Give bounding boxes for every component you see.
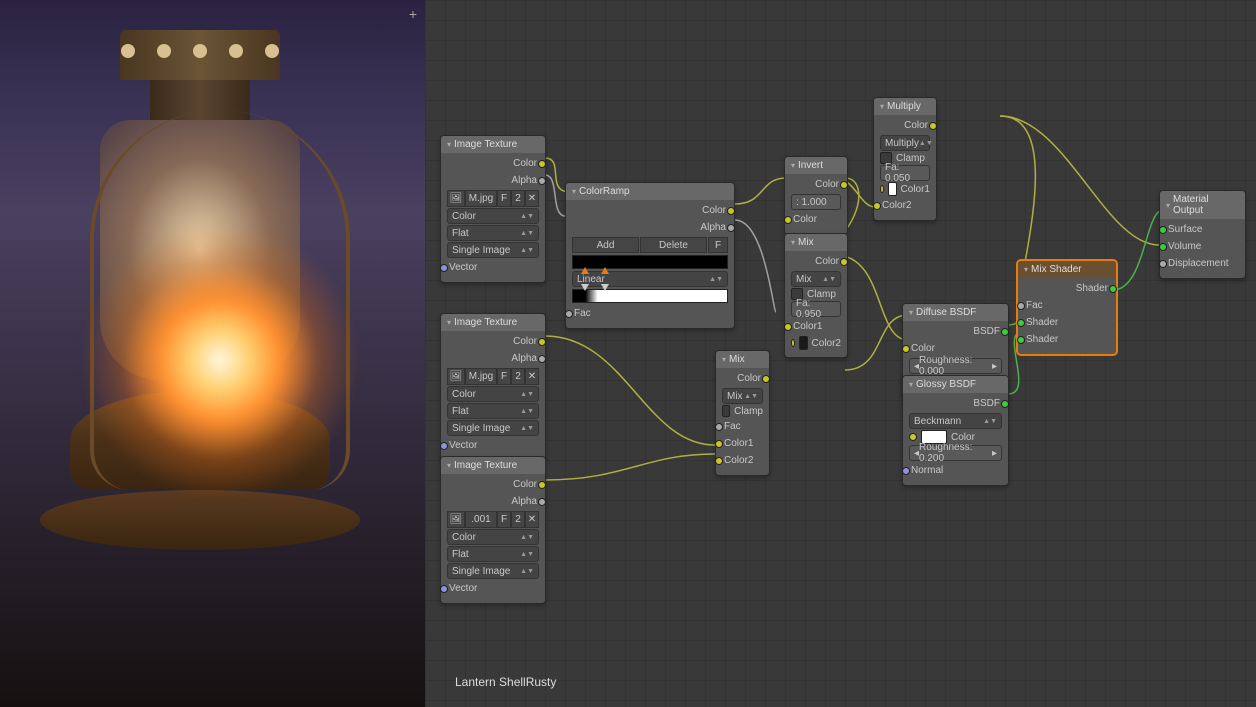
colorramp-add-button[interactable]: Add xyxy=(572,237,639,253)
node-image-texture-2[interactable]: ▾Image Texture Color Alpha 🖼 M.jpg F 2 ✕… xyxy=(440,313,546,461)
node-header[interactable]: ▾Image Texture xyxy=(441,136,545,153)
colorramp-bar[interactable] xyxy=(572,255,728,269)
collapse-icon[interactable]: ▾ xyxy=(447,140,451,149)
node-image-texture-1[interactable]: ▾Image Texture Color Alpha 🖼 M.jpg F 2 ✕… xyxy=(440,135,546,283)
node-mix-shader[interactable]: ▾Mix Shader Shader Fac Shader Shader xyxy=(1017,260,1117,355)
socket-alpha-out[interactable] xyxy=(538,355,546,363)
output-color: Color xyxy=(513,158,537,169)
image-selector[interactable]: 🖼 M.jpg F 2 ✕ xyxy=(447,190,539,207)
unlink-button[interactable]: ✕ xyxy=(525,190,539,207)
node-mix-1[interactable]: ▾Mix Color Mix▲▼ Clamp Fa: 0.950 Color1 … xyxy=(784,233,848,358)
colorramp-gradient[interactable] xyxy=(572,289,728,303)
color2-swatch[interactable] xyxy=(799,336,808,350)
input-vector: Vector xyxy=(449,262,477,273)
image-icon[interactable]: 🖼 xyxy=(447,190,465,207)
node-title: Image Texture xyxy=(454,139,517,150)
node-title: Image Texture xyxy=(454,317,517,328)
output-alpha: Alpha xyxy=(511,175,537,186)
color-space-dropdown[interactable]: Color▲▼ xyxy=(447,208,539,224)
render-preview: + xyxy=(0,0,425,707)
users-button[interactable]: 2 xyxy=(511,190,525,207)
node-multiply[interactable]: ▾Multiply Color Multiply▲▼ Clamp Fa: 0.0… xyxy=(873,97,937,221)
socket-vector-in[interactable] xyxy=(440,264,448,272)
node-editor[interactable]: ▾Image Texture Color Alpha 🖼 M.jpg F 2 ✕… xyxy=(425,0,1256,707)
material-name-label: Lantern ShellRusty xyxy=(455,675,556,689)
image-icon[interactable]: 🖼 xyxy=(447,368,465,385)
node-invert[interactable]: ▾Invert Color : 1.000 Color xyxy=(784,156,848,235)
colorramp-interp[interactable]: Linear▲▼ xyxy=(572,271,728,287)
expand-panel-icon[interactable]: + xyxy=(409,6,417,22)
projection-dropdown[interactable]: Flat▲▼ xyxy=(447,225,539,241)
node-image-texture-3[interactable]: ▾Image Texture Color Alpha 🖼 .001 F 2 ✕ … xyxy=(440,456,546,604)
socket-color-out[interactable] xyxy=(538,160,546,168)
node-color-ramp[interactable]: ▾ColorRamp Color Alpha Add Delete F Line… xyxy=(565,182,735,329)
colorramp-delete-button[interactable]: Delete xyxy=(640,237,707,253)
collapse-icon[interactable]: ▾ xyxy=(447,318,451,327)
socket-color-out[interactable] xyxy=(538,338,546,346)
image-selector[interactable]: 🖼 M.jpg F 2 ✕ xyxy=(447,368,539,385)
socket-bsdf-out[interactable] xyxy=(1001,328,1009,336)
colorramp-flip-button[interactable]: F xyxy=(708,237,728,253)
node-material-output[interactable]: ▾Material Output Surface Volume Displace… xyxy=(1159,190,1246,279)
node-glossy-bsdf[interactable]: ▾Glossy BSDF BSDF Beckmann▲▼ Color ◂Roug… xyxy=(902,375,1009,486)
socket-alpha-out[interactable] xyxy=(538,177,546,185)
invert-fac[interactable]: : 1.000 xyxy=(791,194,841,210)
image-name[interactable]: M.jpg xyxy=(465,190,497,207)
node-mix-2[interactable]: ▾Mix Color Mix▲▼ Clamp Fac Color1 Color2 xyxy=(715,350,770,476)
fake-user-button[interactable]: F xyxy=(497,190,511,207)
frame-mode-dropdown[interactable]: Single Image▲▼ xyxy=(447,242,539,258)
roughness-field[interactable]: ◂Roughness: 0.000▸ xyxy=(909,358,1002,374)
